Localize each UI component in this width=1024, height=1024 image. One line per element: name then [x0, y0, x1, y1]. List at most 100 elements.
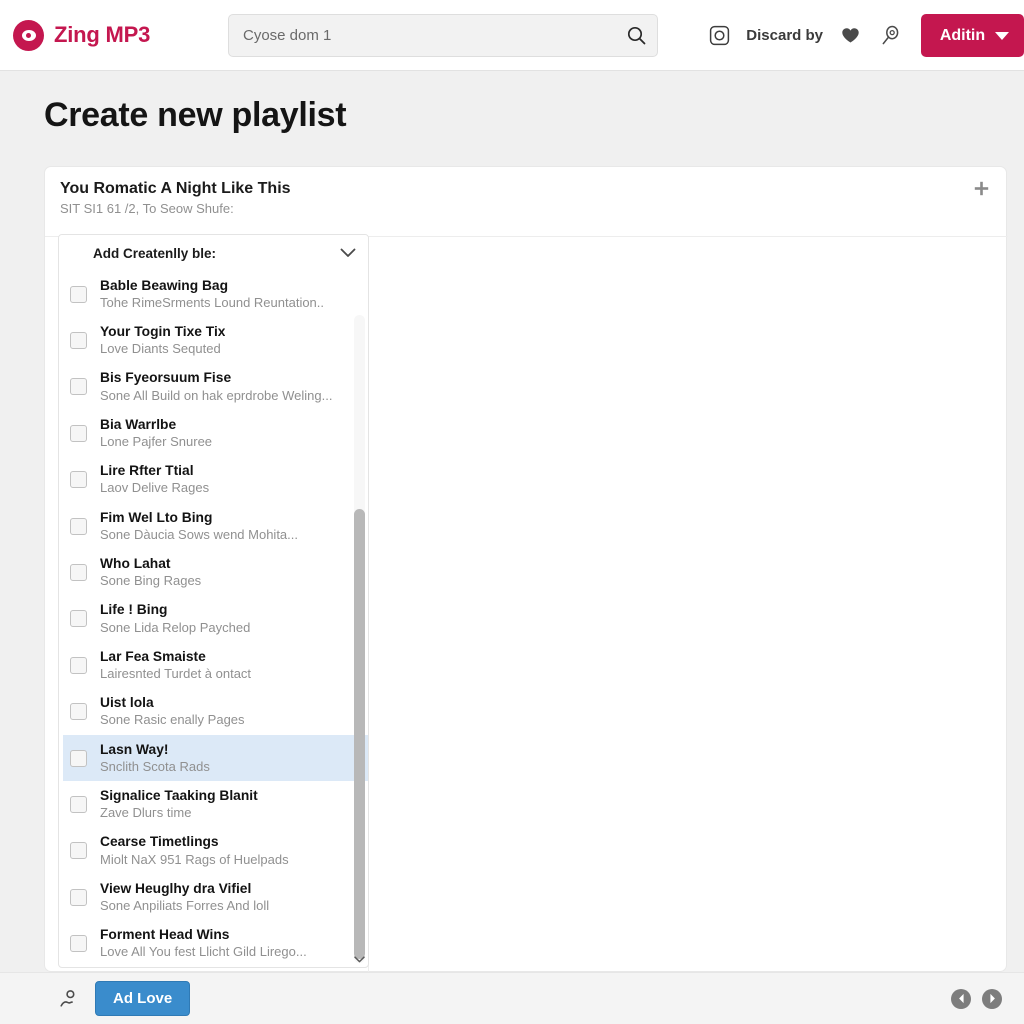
song-title: Signalice Taaking Blanit	[100, 787, 258, 803]
card-header: You Romatic A Night Like This SIT SI1 61…	[45, 167, 1006, 216]
discard-by-link[interactable]: Discard by	[746, 27, 823, 44]
song-text: Lasn Way! Snclith Sсota Rads	[100, 741, 210, 776]
song-text: Signalice Taaking Blanit Zave Dluгs time	[100, 787, 258, 822]
song-checkbox[interactable]	[70, 424, 87, 442]
list-item[interactable]: Lire Rfter Ttial Laov Delive Rages	[63, 457, 368, 503]
song-subtitle: Love Diants Sequted	[100, 341, 221, 357]
brand[interactable]: Zing MP3	[13, 19, 151, 51]
song-text: Your Togin Tiхe Tiх Love Diants Sequted	[100, 323, 225, 358]
list-item[interactable]: Lasn Way! Snclith Sсota Rads	[63, 734, 368, 782]
song-text: Who Lahat Sone Bing Rages	[100, 555, 201, 590]
song-title: Uist lola	[100, 695, 154, 711]
list-item[interactable]: Your Togin Tiхe Tiх Love Diants Sequted	[63, 317, 368, 363]
card-subtitle: SIT SI1 61 /2, To Seow Shufe:	[60, 201, 234, 216]
list-item[interactable]: View Heuglhy dra Vifiel Sone Anpiliats Fo…	[63, 874, 368, 920]
song-subtitle: Sone Rasic enally Pages	[100, 712, 245, 728]
song-text: Fim Wel Lto Bing Sone Dàucia Sows wend Mo…	[100, 509, 298, 544]
list-item[interactable]: Bis Fyeorsuum Fise Sone All Build on hak …	[63, 364, 368, 410]
song-checkbox[interactable]	[70, 703, 87, 721]
song-checkbox[interactable]	[70, 888, 87, 906]
page-title: Create new playlist	[44, 96, 347, 134]
song-checkbox[interactable]	[70, 610, 87, 628]
song-subtitle: Sone Dàucia Sows wend Mohita...	[100, 526, 298, 542]
chevron-down-icon[interactable]	[340, 248, 356, 258]
app-header: Zing MP3 Discard by	[0, 0, 1024, 71]
song-subtitle: Love All You fest Llicht Gild Lirego...	[100, 944, 307, 960]
song-subtitle: Laov Delive Rages	[100, 480, 210, 496]
song-text: Bia Warrlbe Lone Pajfer Snuree	[100, 416, 212, 451]
heart-icon[interactable]	[837, 23, 863, 49]
list-item[interactable]: Forment Head Wins Love All You fest Llich…	[63, 920, 368, 966]
list-item[interactable]: Signalice Taaking Blanit Zave Dluгs time	[63, 781, 368, 827]
song-checkbox[interactable]	[70, 285, 87, 303]
song-checkbox[interactable]	[70, 749, 87, 767]
song-checkbox[interactable]	[70, 378, 87, 396]
footer-bar: Ad Love	[0, 972, 1024, 1024]
song-title: Your Togin Tiхe Tiх	[100, 324, 226, 340]
list-item[interactable]: Lar Fea Smаiste Lairesnted Turdet à ontac…	[63, 642, 368, 688]
magnifier-icon[interactable]	[877, 23, 903, 49]
song-text: Lire Rfter Ttial Laov Delive Rages	[100, 462, 209, 497]
song-subtitle: Sone Anpiliats Forres And loll	[100, 897, 270, 913]
song-subtitle: Lone Pajfer Snuree	[100, 434, 213, 450]
list-item[interactable]: Who Lahat Sone Bing Rages	[63, 549, 368, 595]
song-subtitle: Miolt NaX 951 Rags of Huelpads	[100, 851, 289, 867]
song-checkbox[interactable]	[70, 517, 87, 535]
song-subtitle: Sone Lida Relop Payched	[100, 619, 251, 635]
song-title: Fim Wel Lto Bing	[100, 509, 213, 525]
search-input[interactable]	[229, 27, 615, 44]
song-checkbox[interactable]	[70, 564, 87, 582]
header-actions: Discard by Aditin	[706, 0, 1024, 71]
song-text: Lar Fea Smаiste Lairesnted Turdet à ontac…	[100, 648, 251, 683]
search-box[interactable]	[228, 14, 658, 57]
disc-logo-icon	[13, 19, 44, 51]
list-item[interactable]: Uist lola Sone Rasic enally Pages	[63, 689, 368, 735]
card-title: You Romatic A Night Like This	[60, 180, 291, 197]
song-checkbox[interactable]	[70, 795, 87, 813]
song-subtitle: Snclith Sсota Rads	[100, 758, 210, 774]
search-icon[interactable]	[615, 15, 657, 56]
song-title: Lar Fea Smаiste	[100, 648, 206, 664]
song-subtitle: Lairesnted Turdet à ontact	[100, 665, 252, 681]
song-list[interactable]: Bable Beawing Bag Tohe RimeSrments Lound …	[59, 271, 368, 967]
song-text: Cearse Timetlings Miolt NaX 951 Rags of H…	[100, 833, 289, 868]
chevron-right-icon[interactable]	[982, 988, 1002, 1009]
scrollbar-thumb[interactable]	[354, 509, 365, 959]
song-title: Who Lahat	[100, 555, 171, 571]
list-item[interactable]: Cearse Timetlings Miolt NaX 951 Rags of H…	[63, 828, 368, 874]
song-title: View Heuglhy dra Vifiel	[100, 880, 252, 896]
song-text: Uist lola Sone Rasic enally Pages	[100, 694, 245, 729]
plus-icon[interactable]	[970, 177, 992, 199]
song-text: Bis Fyeorsuum Fise Sone All Build on hak …	[100, 369, 332, 404]
song-title: Bia Warrlbe	[100, 416, 177, 432]
song-title: Forment Head Wins	[100, 927, 230, 943]
song-text: View Heuglhy dra Vifiel Sone Anpiliats Fo…	[100, 880, 269, 915]
list-item[interactable]: Bable Beawing Bag Tohe RimeSrments Lound …	[63, 271, 368, 317]
song-text: Bable Beawing Bag Tohe RimeSrments Lound …	[100, 277, 324, 312]
camera-icon[interactable]	[706, 23, 732, 49]
song-checkbox[interactable]	[70, 656, 87, 674]
person-icon[interactable]	[58, 988, 80, 1010]
playlist-card: You Romatic A Night Like This SIT SI1 61…	[44, 166, 1008, 973]
list-header-label: Add Createnlly ble:	[93, 245, 217, 261]
song-checkbox[interactable]	[70, 332, 87, 350]
song-subtitle: Tohe RimeSrments Lound Reuntation..	[100, 294, 325, 310]
scroll-down-icon[interactable]	[353, 952, 366, 966]
song-title: Cearse Timetlings	[100, 834, 219, 850]
song-checkbox[interactable]	[70, 471, 87, 489]
song-text: Life ! Bing Sone Lida Relop Payched	[100, 601, 250, 636]
brand-name: Zing MP3	[54, 22, 151, 47]
list-item[interactable]: Fim Wel Lto Bing Sone Dàucia Sows wend Mo…	[63, 503, 368, 549]
user-menu-button[interactable]: Aditin	[921, 14, 1024, 57]
song-checkbox[interactable]	[70, 935, 87, 953]
chevron-left-icon[interactable]	[951, 988, 971, 1009]
user-menu-label: Aditin	[939, 26, 986, 44]
list-item[interactable]: Life ! Bing Sone Lida Relop Payched	[63, 596, 368, 642]
list-header[interactable]: Add Createnlly ble:	[59, 235, 368, 271]
list-item[interactable]: Bia Warrlbe Lone Pajfer Snuree	[63, 410, 368, 456]
footer-navigation	[951, 988, 1002, 1009]
song-checkbox[interactable]	[70, 842, 87, 860]
add-love-button[interactable]: Ad Love	[95, 981, 191, 1016]
song-title: Lire Rfter Ttial	[100, 463, 194, 479]
song-title: Lasn Way!	[100, 741, 169, 757]
